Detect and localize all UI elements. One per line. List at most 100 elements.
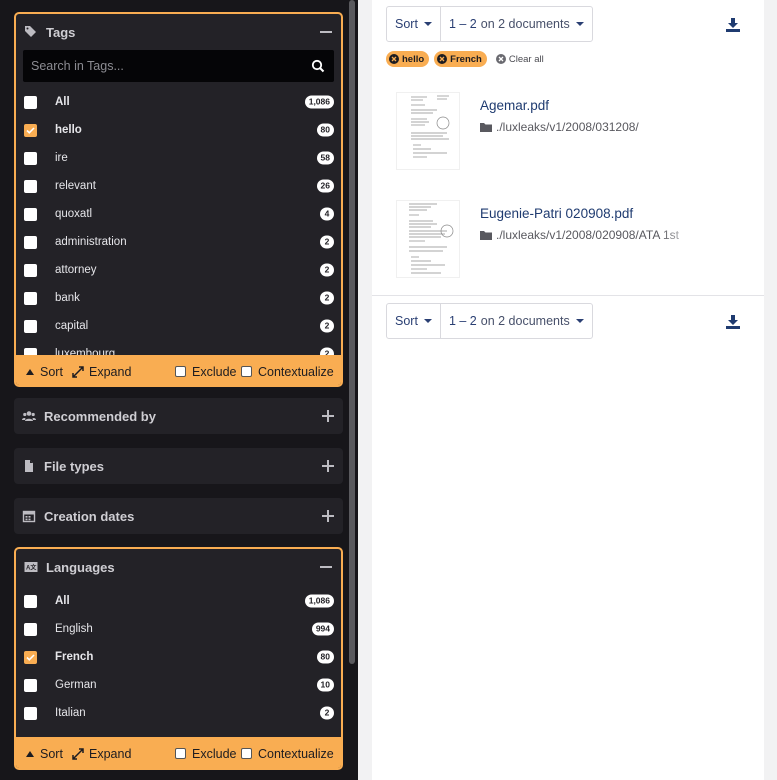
- minus-icon[interactable]: [319, 25, 333, 39]
- checkbox[interactable]: [24, 235, 37, 249]
- checkbox[interactable]: [24, 594, 37, 608]
- checkbox[interactable]: [24, 151, 37, 165]
- language-item-italian[interactable]: Italian 2: [16, 699, 341, 727]
- sort-button[interactable]: Sort: [26, 737, 63, 768]
- filter-file-types[interactable]: File types: [14, 448, 343, 484]
- plus-icon[interactable]: [321, 509, 335, 523]
- document-title[interactable]: Eugenie-Patri 020908.pdf: [480, 206, 633, 221]
- pagination-dropdown[interactable]: 1 – 2 on 2 documents: [439, 7, 592, 41]
- filter-tags-header[interactable]: Tags: [16, 14, 341, 50]
- plus-icon[interactable]: [321, 409, 335, 423]
- tag-item-capital[interactable]: capital 2: [16, 312, 341, 340]
- download-icon[interactable]: [726, 315, 740, 329]
- sort-up-icon: [26, 750, 34, 757]
- sidebar-scrollbar[interactable]: [349, 0, 355, 664]
- expand-button[interactable]: Expand: [72, 355, 131, 385]
- contextualize-label: Contextualize: [258, 746, 334, 761]
- filter-languages-header[interactable]: A文 Languages: [16, 549, 341, 585]
- count-badge: 2: [320, 347, 334, 355]
- tag-item-administration[interactable]: administration 2: [16, 228, 341, 256]
- folder-icon: [480, 123, 492, 132]
- document-title[interactable]: Agemar.pdf: [480, 98, 549, 113]
- count-badge: 2: [320, 319, 334, 333]
- checkbox[interactable]: [24, 263, 37, 277]
- checkbox[interactable]: [24, 95, 37, 109]
- exclude-toggle[interactable]: Exclude: [175, 355, 236, 385]
- filter-creation-dates[interactable]: Creation dates: [14, 498, 343, 534]
- filter-tags-title: Tags: [46, 24, 76, 40]
- filter-languages-title: Languages: [46, 559, 115, 575]
- text-fade: [660, 228, 700, 242]
- checkbox[interactable]: [24, 706, 37, 720]
- checkbox[interactable]: [24, 347, 37, 355]
- count-badge: 2: [320, 291, 334, 305]
- filter-creation-dates-title: Creation dates: [44, 508, 135, 524]
- pagination-total: on 2 documents: [480, 17, 570, 31]
- contextualize-toggle[interactable]: Contextualize: [241, 737, 334, 768]
- close-circle-icon[interactable]: [437, 54, 448, 64]
- tag-item-relevant[interactable]: relevant 26: [16, 172, 341, 200]
- clear-all-button[interactable]: Clear all: [495, 54, 544, 65]
- language-item-english[interactable]: English 994: [16, 615, 341, 643]
- contextualize-toggle[interactable]: Contextualize: [241, 355, 334, 385]
- minus-icon[interactable]: [319, 560, 333, 574]
- folder-icon: [480, 231, 492, 240]
- language-label: All: [55, 595, 70, 607]
- filter-tags: Tags All 1,086 hello 80 ire 58 relevant 26 q…: [14, 12, 343, 387]
- language-icon: A文: [24, 560, 38, 574]
- filter-chip-french[interactable]: French: [434, 51, 487, 67]
- filter-creation-dates-header[interactable]: Creation dates: [14, 498, 343, 534]
- checkbox[interactable]: [24, 291, 37, 305]
- close-circle-icon[interactable]: [389, 54, 399, 64]
- document-result[interactable]: Agemar.pdf ./luxleaks/v1/2008/031208/: [386, 92, 756, 182]
- tag-label: bank: [55, 292, 80, 304]
- contextualize-checkbox[interactable]: [241, 366, 252, 377]
- document-result[interactable]: Eugenie-Patri 020908.pdf ./luxleaks/v1/2…: [386, 200, 756, 290]
- close-circle-icon: [495, 54, 506, 64]
- pagination-dropdown[interactable]: 1 – 2 on 2 documents: [439, 304, 592, 338]
- checkbox[interactable]: [24, 179, 37, 193]
- contextualize-checkbox[interactable]: [241, 748, 252, 759]
- results-toolbar-top: Sort 1 – 2 on 2 documents: [386, 6, 593, 42]
- language-item-french[interactable]: French 80: [16, 643, 341, 671]
- tag-label: capital: [55, 320, 89, 332]
- filter-chip-hello[interactable]: hello: [386, 51, 430, 67]
- checkbox[interactable]: [24, 678, 37, 692]
- search-icon[interactable]: [311, 59, 325, 73]
- sort-label: Sort: [40, 364, 63, 379]
- tag-item-attorney[interactable]: attorney 2: [16, 256, 341, 284]
- checkbox-checked[interactable]: [24, 123, 37, 137]
- download-icon[interactable]: [726, 18, 740, 32]
- exclude-toggle[interactable]: Exclude: [175, 737, 236, 768]
- tag-item-quoxatl[interactable]: quoxatl 4: [16, 200, 341, 228]
- document-thumbnail[interactable]: [396, 92, 460, 170]
- tags-search-input[interactable]: [23, 50, 334, 82]
- checkbox[interactable]: [24, 319, 37, 333]
- sort-dropdown[interactable]: Sort: [387, 7, 440, 41]
- tag-item-luxembourg[interactable]: luxembourg 2: [16, 340, 341, 355]
- sidebar: Tags All 1,086 hello 80 ire 58 relevant 26 q…: [0, 0, 358, 780]
- exclude-checkbox[interactable]: [175, 748, 186, 759]
- checkbox[interactable]: [24, 622, 37, 636]
- document-thumbnail[interactable]: [396, 200, 460, 278]
- count-badge: 4: [320, 207, 334, 221]
- plus-icon[interactable]: [321, 459, 335, 473]
- caret-down-icon: [575, 319, 584, 323]
- sort-button[interactable]: Sort: [26, 355, 63, 385]
- language-item-all[interactable]: All 1,086: [16, 587, 341, 615]
- checkbox-checked[interactable]: [24, 650, 37, 664]
- tag-item-all[interactable]: All 1,086: [16, 88, 341, 116]
- tag-label: quoxatl: [55, 208, 93, 220]
- filter-recommended-by[interactable]: Recommended by: [14, 398, 343, 434]
- tag-item-ire[interactable]: ire 58: [16, 144, 341, 172]
- sort-dropdown[interactable]: Sort: [387, 304, 440, 338]
- file-icon: [22, 459, 36, 473]
- expand-button[interactable]: Expand: [72, 737, 131, 768]
- filter-file-types-header[interactable]: File types: [14, 448, 343, 484]
- checkbox[interactable]: [24, 207, 37, 221]
- tag-item-hello[interactable]: hello 80: [16, 116, 341, 144]
- language-item-german[interactable]: German 10: [16, 671, 341, 699]
- exclude-checkbox[interactable]: [175, 366, 186, 377]
- filter-recommended-header[interactable]: Recommended by: [14, 398, 343, 434]
- tag-item-bank[interactable]: bank 2: [16, 284, 341, 312]
